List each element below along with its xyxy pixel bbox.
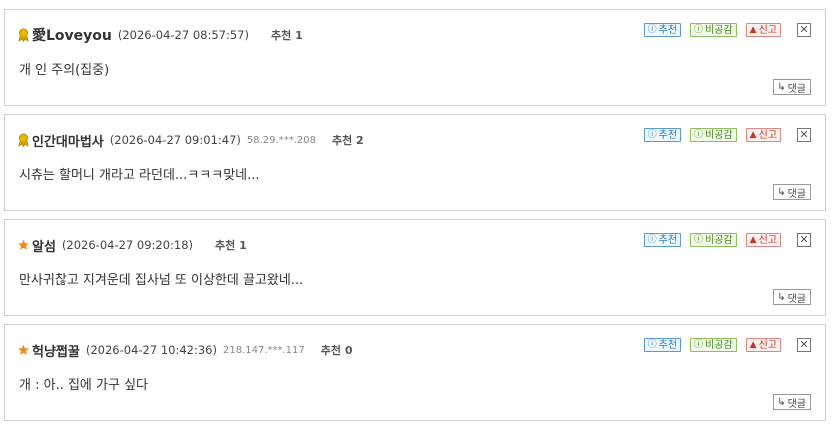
comment-recommend-count: 추천 1 — [271, 29, 303, 42]
siren-icon: ▲ — [749, 339, 757, 350]
comment-text: 시츄는 할머니 개라고 라던데...ㅋㅋㅋ맞네... — [19, 168, 260, 183]
gold-medal-icon — [17, 133, 30, 147]
comment-header: 인간대마법사 (2026-04-27 09:01:47) 58.29.***.2… — [17, 129, 364, 151]
circle-icon: ⓘ — [647, 339, 657, 350]
comment-recommend-count: 추천 0 — [320, 344, 353, 357]
close-icon[interactable]: ✕ — [797, 128, 811, 142]
circle-icon: ⓘ — [694, 24, 704, 35]
comment-item: 인간대마법사 (2026-04-27 09:01:47) 58.29.***.2… — [4, 114, 826, 211]
comment-date: (2026-04-27 08:57:57) — [117, 28, 249, 42]
reply-label: 댓글 — [787, 293, 806, 305]
recommend-button[interactable]: ⓘ 추천 — [643, 23, 682, 37]
comment-list: 愛Loveyou (2026-04-27 08:57:57) 추천 1 ⓘ 추천 … — [0, 0, 834, 437]
siren-icon: ▲ — [749, 234, 757, 245]
not-recommend-button[interactable]: ⓘ 비공감 — [690, 23, 737, 37]
not-recommend-button[interactable]: ⓘ 비공감 — [690, 233, 737, 247]
gold-medal-icon — [17, 28, 30, 42]
circle-icon: ⓘ — [694, 129, 704, 140]
comment-item: 愛Loveyou (2026-04-27 08:57:57) 추천 1 ⓘ 추천 … — [4, 9, 826, 106]
circle-icon: ⓘ — [647, 129, 657, 140]
not-recommend-label: 비공감 — [705, 129, 733, 141]
not-recommend-label: 비공감 — [705, 24, 733, 36]
reply-button[interactable]: ↳ 댓글 — [773, 184, 811, 200]
comment-item: 알섬 (2026-04-27 09:20:18) 추천 1 ⓘ 추천 ⓘ 비공감 ▲… — [4, 219, 826, 316]
reply-arrow-icon: ↳ — [777, 291, 786, 303]
not-recommend-button[interactable]: ⓘ 비공감 — [690, 128, 737, 142]
reply-arrow-icon: ↳ — [777, 396, 786, 408]
comment-date: (2026-04-27 10:42:36) — [85, 343, 217, 357]
report-button[interactable]: ▲ 신고 — [745, 23, 781, 37]
circle-icon: ⓘ — [694, 234, 704, 245]
recommend-label: 추천 — [658, 339, 678, 351]
star-icon — [17, 343, 30, 357]
not-recommend-button[interactable]: ⓘ 비공감 — [690, 338, 737, 352]
report-label: 신고 — [758, 129, 777, 141]
comment-nickname[interactable]: 인간대마법사 — [32, 131, 104, 150]
not-recommend-label: 비공감 — [705, 339, 733, 351]
reply-arrow-icon: ↳ — [777, 186, 786, 198]
reply-button[interactable]: ↳ 댓글 — [773, 289, 811, 305]
siren-icon: ▲ — [749, 24, 757, 35]
reply-button[interactable]: ↳ 댓글 — [773, 79, 811, 95]
comment-text: 만사귀찮고 지겨운데 집사넘 또 이상한데 끌고왔네... — [19, 273, 304, 288]
reply-label: 댓글 — [787, 188, 806, 200]
siren-icon: ▲ — [749, 129, 757, 140]
recommend-label: 추천 — [658, 24, 678, 36]
close-icon[interactable]: ✕ — [797, 338, 811, 352]
recommend-button[interactable]: ⓘ 추천 — [643, 338, 682, 352]
comment-actions: ⓘ 추천 ⓘ 비공감 ▲ 신고 ✕ — [635, 128, 811, 142]
comment-nickname[interactable]: 알섬 — [32, 236, 56, 255]
comment-actions: ⓘ 추천 ⓘ 비공감 ▲ 신고 ✕ — [635, 23, 811, 37]
report-button[interactable]: ▲ 신고 — [745, 338, 781, 352]
comment-item: 헉냥쩝꿀 (2026-04-27 10:42:36) 218.147.***.1… — [4, 324, 826, 421]
comment-actions: ⓘ 추천 ⓘ 비공감 ▲ 신고 ✕ — [635, 233, 811, 247]
comment-header: 헉냥쩝꿀 (2026-04-27 10:42:36) 218.147.***.1… — [17, 339, 353, 361]
comment-header: 愛Loveyou (2026-04-27 08:57:57) 추천 1 — [17, 24, 303, 46]
comment-nickname[interactable]: 헉냥쩝꿀 — [32, 341, 80, 360]
comment-date: (2026-04-27 09:01:47) — [109, 133, 241, 147]
comment-text: 개 : 아.. 집에 가구 싶다 — [19, 378, 148, 393]
report-button[interactable]: ▲ 신고 — [745, 128, 781, 142]
comment-ip: 58.29.***.208 — [246, 134, 316, 146]
report-label: 신고 — [758, 339, 777, 351]
circle-icon: ⓘ — [694, 339, 704, 350]
comment-nickname[interactable]: 愛Loveyou — [32, 25, 112, 45]
circle-icon: ⓘ — [647, 24, 657, 35]
reply-label: 댓글 — [787, 83, 806, 95]
circle-icon: ⓘ — [647, 234, 657, 245]
comment-date: (2026-04-27 09:20:18) — [61, 238, 194, 252]
comment-header: 알섬 (2026-04-27 09:20:18) 추천 1 — [17, 234, 247, 256]
comment-recommend-count: 추천 1 — [215, 239, 247, 252]
close-icon[interactable]: ✕ — [797, 233, 811, 247]
recommend-label: 추천 — [658, 129, 678, 141]
reply-label: 댓글 — [787, 398, 806, 410]
reply-button[interactable]: ↳ 댓글 — [773, 394, 811, 410]
comment-text: 개 인 주의(집중) — [19, 63, 110, 78]
reply-arrow-icon: ↳ — [777, 81, 786, 93]
comment-actions: ⓘ 추천 ⓘ 비공감 ▲ 신고 ✕ — [635, 338, 811, 352]
comment-recommend-count: 추천 2 — [331, 134, 364, 147]
report-label: 신고 — [758, 24, 777, 36]
recommend-button[interactable]: ⓘ 추천 — [643, 233, 682, 247]
comment-ip: 218.147.***.117 — [222, 344, 305, 356]
star-icon — [17, 238, 30, 252]
recommend-button[interactable]: ⓘ 추천 — [643, 128, 682, 142]
report-label: 신고 — [758, 234, 777, 246]
not-recommend-label: 비공감 — [705, 234, 733, 246]
report-button[interactable]: ▲ 신고 — [745, 233, 781, 247]
recommend-label: 추천 — [658, 234, 678, 246]
close-icon[interactable]: ✕ — [797, 23, 811, 37]
